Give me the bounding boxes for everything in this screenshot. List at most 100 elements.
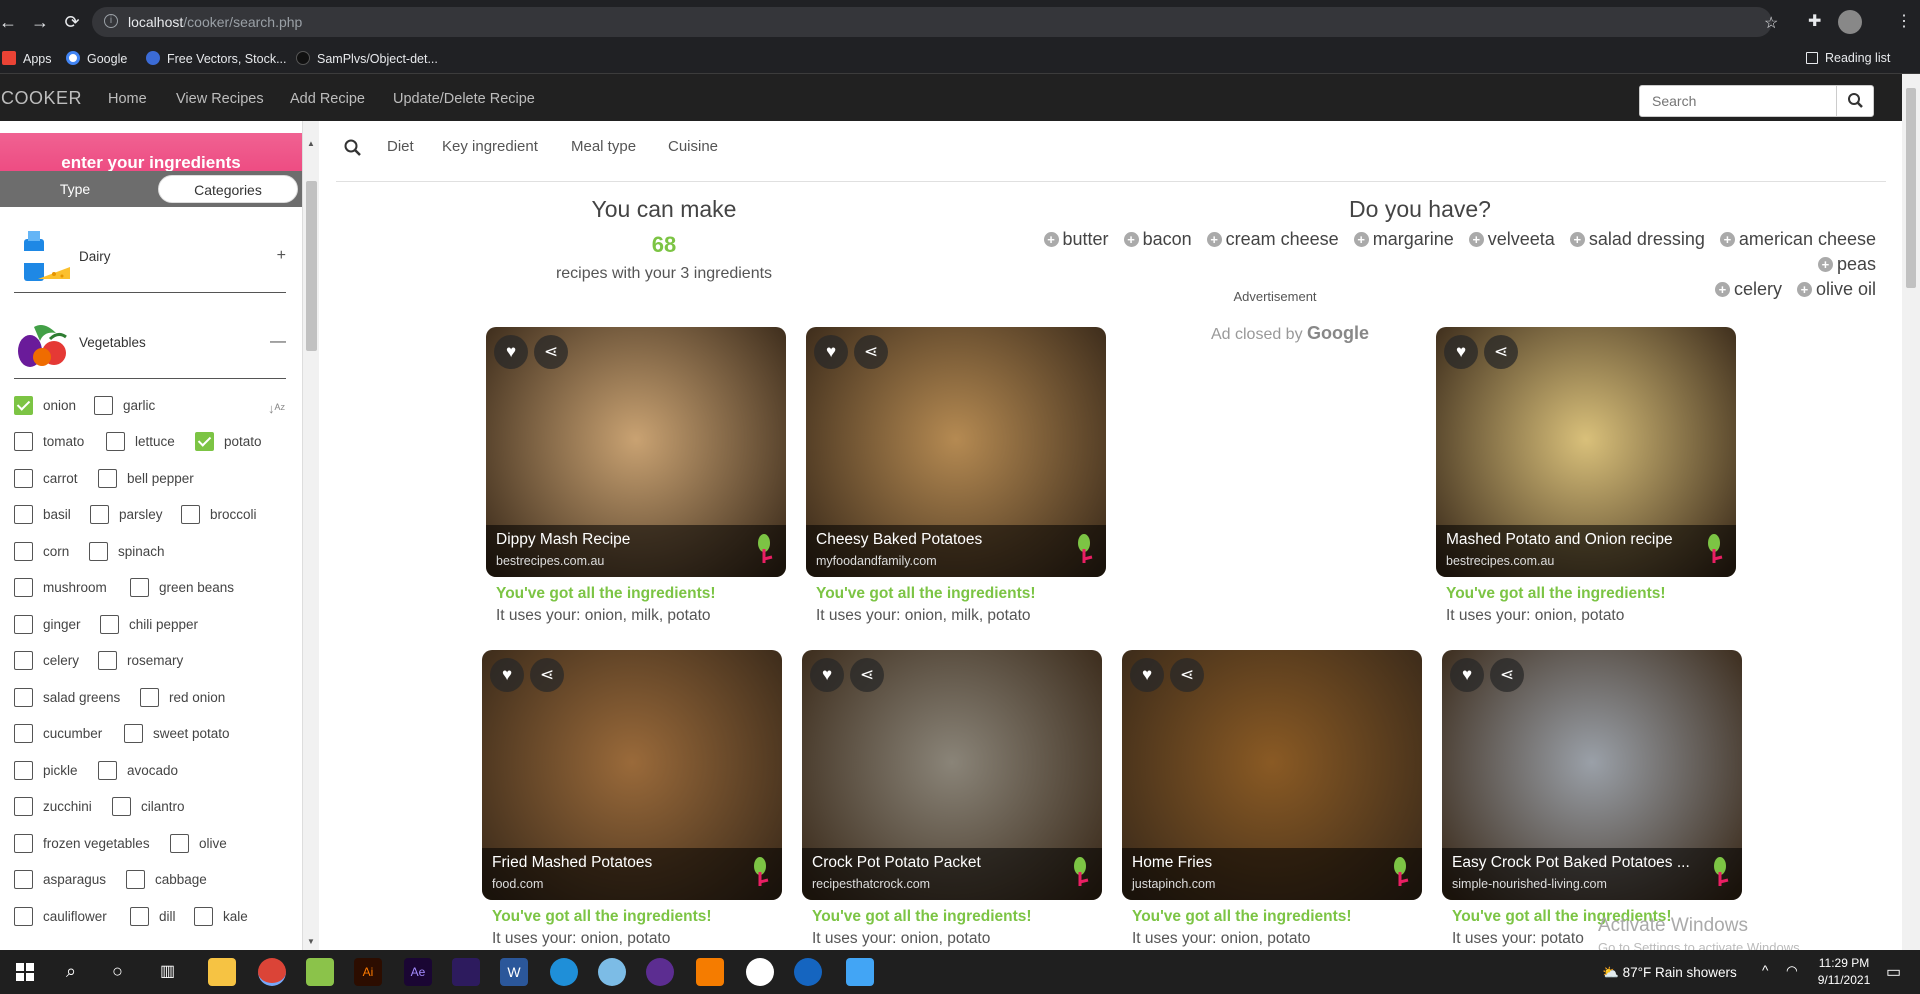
ingredient-cucumber[interactable]: cucumber (14, 724, 102, 746)
tab-type[interactable]: Type (10, 175, 140, 203)
xampp-icon[interactable] (696, 958, 724, 986)
recipe-source[interactable]: myfoodandfamily.com (816, 554, 937, 568)
scroll-thumb[interactable] (306, 181, 317, 351)
ingredient-rosemary[interactable]: rosemary (98, 651, 183, 673)
forward-icon[interactable]: → (28, 10, 52, 34)
menu-icon[interactable]: ⋮ (1896, 11, 1912, 31)
cortana-icon[interactable]: ○ (112, 961, 123, 982)
filter-diet[interactable]: Diet (387, 138, 414, 155)
checkbox[interactable] (94, 396, 113, 415)
recipe-source[interactable]: recipesthatcrock.com (812, 877, 930, 891)
chrome-icon[interactable] (258, 958, 286, 986)
share-icon[interactable]: ⋖ (1484, 335, 1518, 369)
checkbox[interactable] (14, 724, 33, 743)
share-icon[interactable]: ⋖ (534, 335, 568, 369)
scroll-down-icon[interactable]: ▼ (307, 937, 315, 946)
illustrator-icon[interactable]: Ai (354, 958, 382, 986)
page-scroll-thumb[interactable] (1906, 88, 1916, 288)
notepad-icon[interactable] (306, 958, 334, 986)
recipe-title[interactable]: Mashed Potato and Onion recipe (1446, 531, 1673, 549)
checkbox[interactable] (98, 651, 117, 670)
ingredient-frozen-vegetables[interactable]: frozen vegetables (14, 834, 150, 856)
favorite-icon[interactable]: ♥ (494, 335, 528, 369)
recipe-source[interactable]: simple-nourished-living.com (1452, 877, 1607, 891)
ingredient-basil[interactable]: basil (14, 505, 71, 527)
checkbox[interactable] (14, 578, 33, 597)
ingredient-carrot[interactable]: carrot (14, 469, 78, 491)
ingredient-celery[interactable]: celery (14, 651, 79, 673)
checkbox[interactable] (98, 761, 117, 780)
ingredient-lettuce[interactable]: lettuce (106, 432, 175, 454)
recipe-card[interactable]: Crock Pot Potato Packet recipesthatcrock… (802, 650, 1102, 948)
ingredient-olive[interactable]: olive (170, 834, 227, 856)
paint-icon[interactable] (598, 958, 626, 986)
checkbox[interactable] (126, 870, 145, 889)
checkbox[interactable] (170, 834, 189, 853)
recipe-card[interactable]: Dippy Mash Recipe bestrecipes.com.au ♥ ⋖… (486, 327, 786, 625)
checkbox[interactable] (194, 907, 213, 926)
task-view-icon[interactable]: ▥ (160, 961, 175, 981)
favorite-icon[interactable]: ♥ (814, 335, 848, 369)
ingredient-avocado[interactable]: avocado (98, 761, 178, 783)
share-icon[interactable]: ⋖ (1490, 658, 1524, 692)
checkbox[interactable] (14, 651, 33, 670)
suggestion-margarine[interactable]: + margarine (1353, 227, 1454, 252)
clock[interactable]: 11:29 PM 9/11/2021 (1808, 955, 1880, 989)
tray-chevron-icon[interactable]: ^ (1762, 963, 1768, 978)
ingredient-dill[interactable]: dill (130, 907, 176, 929)
checkbox[interactable] (140, 688, 159, 707)
ingredient-tomato[interactable]: tomato (14, 432, 84, 454)
ingredient-green-beans[interactable]: green beans (130, 578, 234, 600)
checkbox[interactable] (14, 834, 33, 853)
search-icon[interactable] (343, 138, 363, 158)
address-bar[interactable]: i localhost/cooker/search.php ☆ (92, 7, 1778, 37)
bookmark-free-vectors[interactable]: Free Vectors, Stock... (146, 51, 287, 66)
checkbox[interactable] (14, 797, 33, 816)
checkbox[interactable] (89, 542, 108, 561)
ingredient-onion[interactable]: onion (14, 396, 76, 418)
ingredient-potato[interactable]: potato (195, 432, 262, 454)
tab-categories[interactable]: Categories (158, 175, 298, 203)
checkbox[interactable] (14, 907, 33, 926)
whatsapp-icon[interactable] (746, 958, 774, 986)
favorite-icon[interactable]: ♥ (490, 658, 524, 692)
favorite-icon[interactable]: ♥ (1130, 658, 1164, 692)
recipe-title[interactable]: Dippy Mash Recipe (496, 531, 630, 549)
recipe-photo[interactable]: Dippy Mash Recipe bestrecipes.com.au ♥ ⋖ (486, 327, 786, 577)
weather-widget[interactable]: ⛅ 87°F Rain showers (1602, 965, 1737, 981)
sidebar-scrollbar[interactable]: ▲ ▼ (302, 121, 319, 950)
filter-meal-type[interactable]: Meal type (571, 138, 636, 155)
star-icon[interactable]: ☆ (1764, 13, 1778, 33)
ingredient-mushroom[interactable]: mushroom (14, 578, 107, 600)
ingredient-kale[interactable]: kale (194, 907, 248, 929)
recipe-photo[interactable]: Home Fries justapinch.com ♥ ⋖ (1122, 650, 1422, 900)
recipe-title[interactable]: Home Fries (1132, 854, 1212, 872)
recipe-title[interactable]: Easy Crock Pot Baked Potatoes ... (1452, 854, 1690, 872)
checkbox[interactable] (14, 615, 33, 634)
nav-view-recipes[interactable]: View Recipes (176, 91, 264, 107)
ingredient-zucchini[interactable]: zucchini (14, 797, 92, 819)
checkbox[interactable] (100, 615, 119, 634)
share-icon[interactable]: ⋖ (530, 658, 564, 692)
photos-icon[interactable] (846, 958, 874, 986)
ingredient-cauliflower[interactable]: cauliflower (14, 907, 107, 929)
suggestion-salad-dressing[interactable]: + salad dressing (1569, 227, 1705, 252)
nav-update-delete-recipe[interactable]: Update/Delete Recipe (393, 91, 535, 107)
favorite-icon[interactable]: ♥ (810, 658, 844, 692)
checkbox[interactable] (90, 505, 109, 524)
checkbox[interactable] (130, 907, 149, 926)
bookmark-apps[interactable]: Apps (2, 51, 52, 66)
page-scrollbar[interactable] (1902, 74, 1920, 950)
wifi-icon[interactable]: ◠ (1786, 963, 1798, 979)
recipe-photo[interactable]: Fried Mashed Potatoes food.com ♥ ⋖ (482, 650, 782, 900)
category-dairy[interactable]: Dairy + (14, 221, 286, 293)
recipe-card[interactable]: Cheesy Baked Potatoes myfoodandfamily.co… (806, 327, 1106, 625)
suggestion-cream-cheese[interactable]: + cream cheese (1206, 227, 1339, 252)
bluetooth-icon[interactable] (794, 958, 822, 986)
favorite-icon[interactable]: ♥ (1450, 658, 1484, 692)
ingredient-asparagus[interactable]: asparagus (14, 870, 106, 892)
ingredient-corn[interactable]: corn (14, 542, 69, 564)
category-vegetables[interactable]: Vegetables — (14, 313, 286, 379)
checkbox[interactable] (181, 505, 200, 524)
suggestion-peas[interactable]: + peas (1817, 252, 1876, 277)
